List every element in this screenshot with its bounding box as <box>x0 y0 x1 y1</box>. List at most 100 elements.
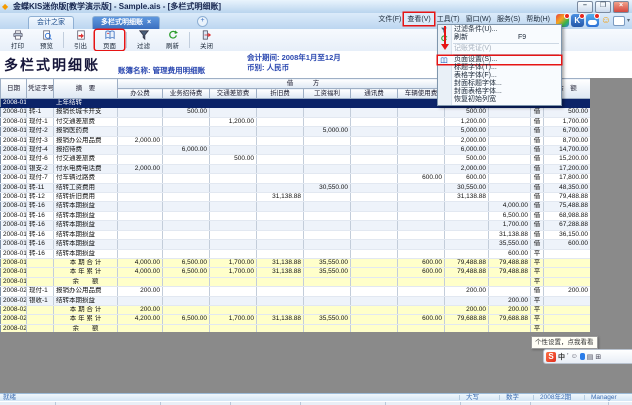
cell[interactable]: 15,200.00 <box>544 155 591 164</box>
cell[interactable]: 200.00 <box>544 287 591 296</box>
cell[interactable] <box>304 296 351 305</box>
table-row[interactable]: 2008-01-3转-16结转本期损益1,700.00借67,288.88 <box>1 221 591 230</box>
cell[interactable] <box>398 296 445 305</box>
cell[interactable] <box>304 99 351 108</box>
cell[interactable]: 2008-01-0 <box>1 108 27 117</box>
cell[interactable] <box>163 127 210 136</box>
cell[interactable]: 结转本期损益 <box>54 230 118 239</box>
cell[interactable] <box>445 296 489 305</box>
table-row[interactable]: 2008-01-0现付-1付交通差旅费1,200.001,200.00借1,70… <box>1 117 591 126</box>
cell[interactable] <box>489 193 531 202</box>
cell[interactable]: 付水电费电话费 <box>54 164 118 173</box>
cell[interactable]: 结转工资费用 <box>54 183 118 192</box>
cell[interactable] <box>257 277 304 286</box>
cell[interactable] <box>304 174 351 183</box>
ime-grid-icon[interactable]: ⊞ <box>595 353 601 361</box>
table-row[interactable]: 2008-01-1现付-7付车辆过路费600.00600.00借17,800.0… <box>1 174 591 183</box>
table-row[interactable]: 2008-02-2本 期 合 计200.00200.00200.00平 <box>1 305 591 314</box>
cell[interactable]: 2008-01-0 <box>1 146 27 155</box>
cell[interactable] <box>163 193 210 202</box>
cell[interactable] <box>445 249 489 258</box>
cell[interactable] <box>351 249 398 258</box>
cell[interactable] <box>118 99 163 108</box>
cell[interactable] <box>118 296 163 305</box>
cell[interactable]: 现付-1 <box>27 117 54 126</box>
table-row[interactable]: 2008-01-3转-16结转本期损益35,550.00借600.00 <box>1 240 591 249</box>
cell[interactable] <box>257 164 304 173</box>
menu-window[interactable]: 窗口(W) <box>463 13 494 25</box>
chevron-down-icon[interactable]: ▾ <box>627 17 630 24</box>
cell[interactable] <box>544 277 591 286</box>
cell[interactable]: 2008-01-3 <box>1 249 27 258</box>
cell[interactable] <box>304 277 351 286</box>
cell[interactable]: 6,700.00 <box>544 127 591 136</box>
menu-item-cover-table-font[interactable]: 封面表格字体... <box>438 88 561 96</box>
cell[interactable]: 本 期 合 计 <box>54 305 118 314</box>
cell[interactable]: 借 <box>531 127 544 136</box>
cell[interactable] <box>445 324 489 332</box>
cell[interactable] <box>304 146 351 155</box>
cell[interactable] <box>304 240 351 249</box>
cell[interactable]: 借 <box>531 174 544 183</box>
cell[interactable] <box>445 221 489 230</box>
cell[interactable]: 借 <box>531 146 544 155</box>
cell[interactable] <box>544 315 591 324</box>
cell[interactable] <box>163 296 210 305</box>
cell[interactable]: 转-16 <box>27 230 54 239</box>
cell[interactable] <box>351 136 398 145</box>
cell[interactable]: 1,200.00 <box>210 117 257 126</box>
cell[interactable] <box>163 99 210 108</box>
menu-file[interactable]: 文件(F) <box>375 13 404 25</box>
cell[interactable]: 2008-01-0 <box>1 99 27 108</box>
cell[interactable] <box>27 277 54 286</box>
restore-button[interactable]: ❐ <box>595 1 611 13</box>
cell[interactable] <box>210 230 257 239</box>
column-header[interactable]: 折旧费 <box>257 89 304 99</box>
cell[interactable]: 31,138.88 <box>257 315 304 324</box>
cell[interactable] <box>210 183 257 192</box>
cell[interactable]: 结转本期损益 <box>54 296 118 305</box>
cell[interactable]: 1,700.00 <box>489 221 531 230</box>
cell[interactable]: 付交通差旅费 <box>54 155 118 164</box>
column-header[interactable]: 摘 要 <box>54 79 118 99</box>
table-row[interactable]: 2008-01-0现付-6付交通差旅费500.00500.00借15,200.0… <box>1 155 591 164</box>
cell[interactable]: 75,488.88 <box>544 202 591 211</box>
cell[interactable]: 600.00 <box>544 240 591 249</box>
cell[interactable] <box>304 164 351 173</box>
cell[interactable] <box>210 136 257 145</box>
cell[interactable] <box>304 249 351 258</box>
table-row[interactable]: 2008-01-0转-1报销长城卡开支500.00500.00借500.00 <box>1 108 591 117</box>
cell[interactable]: 17,800.00 <box>544 174 591 183</box>
cell[interactable] <box>118 117 163 126</box>
column-header[interactable]: 凭证字号 <box>27 79 54 99</box>
column-header[interactable]: 办公费 <box>118 89 163 99</box>
cell[interactable] <box>398 127 445 136</box>
feedback-smiley-icon[interactable]: ☺ <box>601 14 611 27</box>
cell[interactable] <box>351 240 398 249</box>
cell[interactable]: 1,200.00 <box>445 117 489 126</box>
cloud-icon[interactable] <box>586 14 599 27</box>
cell[interactable] <box>304 287 351 296</box>
cell[interactable]: 借 <box>531 221 544 230</box>
menu-item-cover-title-font[interactable]: 封面标题字体... <box>438 80 561 88</box>
cell[interactable] <box>304 202 351 211</box>
cell[interactable] <box>398 249 445 258</box>
cell[interactable] <box>351 146 398 155</box>
cell[interactable] <box>27 258 54 267</box>
cell[interactable] <box>304 211 351 220</box>
cell[interactable]: 5,000.00 <box>304 127 351 136</box>
cell[interactable]: 现付-4 <box>27 146 54 155</box>
cell[interactable]: 14,700.00 <box>544 146 591 155</box>
cell[interactable] <box>398 146 445 155</box>
cell[interactable]: 600.00 <box>398 174 445 183</box>
cell[interactable] <box>445 277 489 286</box>
cell[interactable]: 2008-01-3 <box>1 183 27 192</box>
cell[interactable]: 1,700.00 <box>544 117 591 126</box>
cell[interactable]: 报销办公用品费 <box>54 136 118 145</box>
cell[interactable]: 2008-02-0 <box>1 287 27 296</box>
cell[interactable]: 500.00 <box>210 155 257 164</box>
cell[interactable] <box>257 155 304 164</box>
cell[interactable]: 平 <box>531 315 544 324</box>
cell[interactable]: 借 <box>531 230 544 239</box>
cell[interactable] <box>257 230 304 239</box>
